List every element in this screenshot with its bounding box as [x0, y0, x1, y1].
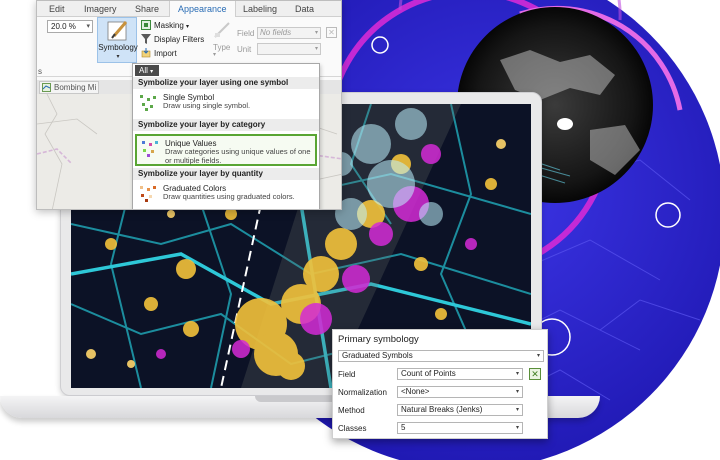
- import-button[interactable]: Import: [141, 48, 177, 60]
- field-label: Field: [237, 29, 255, 38]
- field-combo[interactable]: No fields ▾: [257, 27, 321, 39]
- gallery-item-unique-values[interactable]: Unique Values Draw categories using uniq…: [135, 134, 317, 166]
- gallery-section-heading: Symbolize your layer using one symbol: [133, 77, 319, 89]
- field-select-value: Count of Points: [401, 369, 456, 378]
- masking-label: Masking: [154, 21, 184, 30]
- expression-icon: ✕: [328, 28, 335, 37]
- chevron-down-icon: ▾: [515, 407, 519, 413]
- gallery-item-graduated-colors[interactable]: Graduated Colors Draw quantities using g…: [135, 181, 317, 209]
- display-filters-label: Display Filters: [154, 35, 205, 44]
- map-icon: [42, 83, 51, 92]
- zoom-value: 20.0 %: [51, 22, 76, 31]
- classification-method-value: Natural Breaks (Jenks): [401, 405, 483, 414]
- expression-builder-button[interactable]: ✕: [529, 368, 541, 380]
- masking-icon: [141, 20, 151, 30]
- spinner-arrows-icon[interactable]: ▾: [86, 21, 90, 32]
- tab-imagery[interactable]: Imagery: [84, 1, 117, 17]
- gallery-section-heading: Symbolize your layer by category: [133, 119, 319, 131]
- paintbrush-icon: [107, 21, 128, 41]
- chevron-down-icon: ▾: [213, 52, 217, 58]
- zoom-input[interactable]: 20.0 % ▾: [47, 20, 93, 33]
- symbology-button[interactable]: Symbology ▾: [97, 17, 138, 63]
- unique-values-icon: [142, 141, 158, 157]
- field-combo-value: No fields: [260, 28, 292, 37]
- gallery-item-description: Draw quantities using graduated colors.: [163, 192, 295, 201]
- tab-labeling[interactable]: Labeling: [243, 1, 277, 17]
- import-icon: [141, 48, 151, 58]
- chevron-down-icon: ▾: [186, 24, 190, 30]
- arcgis-ribbon-window: Edit Imagery Share Appearance Labeling D…: [36, 0, 342, 210]
- symbology-pane: Primary symbology Graduated Symbols ▾ Fie…: [332, 329, 548, 439]
- single-symbol-icon: [140, 95, 156, 111]
- classes-row-label: Classes: [338, 424, 367, 433]
- field-select[interactable]: Count of Points ▾: [397, 368, 523, 380]
- chevron-down-icon: ▾: [314, 30, 318, 36]
- chevron-down-icon: ▾: [150, 69, 154, 75]
- gallery-item-description: Draw categories using unique values of o…: [165, 147, 311, 165]
- type-icon: [214, 22, 230, 38]
- classification-method-select[interactable]: Natural Breaks (Jenks) ▾: [397, 404, 523, 416]
- symbology-gallery-dropdown: All ▾ Symbolize your layer using one sym…: [132, 63, 320, 209]
- expression-icon: ✕: [531, 369, 539, 379]
- tab-share[interactable]: Share: [135, 1, 159, 17]
- gallery-section-heading: Symbolize your layer by quantity: [133, 168, 319, 180]
- gallery-filter-button[interactable]: All ▾: [135, 65, 159, 76]
- filter-icon: [141, 34, 151, 44]
- import-label: Import: [154, 49, 177, 58]
- tab-data[interactable]: Data: [295, 1, 314, 17]
- tab-appearance[interactable]: Appearance: [169, 1, 236, 18]
- expression-button[interactable]: ✕: [326, 27, 337, 38]
- tab-edit[interactable]: Edit: [49, 1, 65, 17]
- chevron-down-icon: ▾: [515, 371, 519, 377]
- ribbon-tab-row: Edit Imagery Share Appearance Labeling D…: [37, 1, 341, 18]
- chevron-down-icon: ▾: [515, 425, 519, 431]
- symbology-method-select[interactable]: Graduated Symbols ▾: [338, 350, 544, 362]
- pane-header: Primary symbology: [338, 334, 419, 345]
- classes-value: 5: [401, 423, 406, 432]
- chevron-down-icon: ▾: [314, 46, 318, 52]
- chevron-down-icon: ▾: [515, 389, 519, 395]
- group-label-left: s: [38, 67, 42, 76]
- chevron-down-icon: ▾: [116, 54, 120, 60]
- method-row-label: Method: [338, 406, 365, 415]
- map-document-tab-label: Bombing Mi: [54, 83, 97, 92]
- map-document-tab[interactable]: Bombing Mi: [39, 81, 99, 94]
- symbology-label: Symbology: [98, 43, 138, 52]
- normalization-select[interactable]: <None> ▾: [397, 386, 523, 398]
- normalization-row-label: Normalization: [338, 388, 387, 397]
- field-row-label: Field: [338, 370, 356, 379]
- gallery-item-description: Draw using single symbol.: [163, 101, 251, 110]
- masking-button[interactable]: Masking ▾: [141, 20, 189, 32]
- chevron-down-icon: ▾: [536, 353, 540, 359]
- gallery-item-single-symbol[interactable]: Single Symbol Draw using single symbol.: [135, 90, 317, 118]
- unit-combo[interactable]: ▾: [257, 43, 321, 55]
- unit-label: Unit: [237, 45, 252, 54]
- normalization-value: <None>: [401, 387, 430, 396]
- classes-select[interactable]: 5 ▾: [397, 422, 523, 434]
- gallery-filter-label: All: [139, 66, 148, 75]
- symbology-method-value: Graduated Symbols: [342, 351, 413, 360]
- graduated-colors-icon: [140, 186, 156, 202]
- display-filters-button[interactable]: Display Filters: [141, 34, 204, 46]
